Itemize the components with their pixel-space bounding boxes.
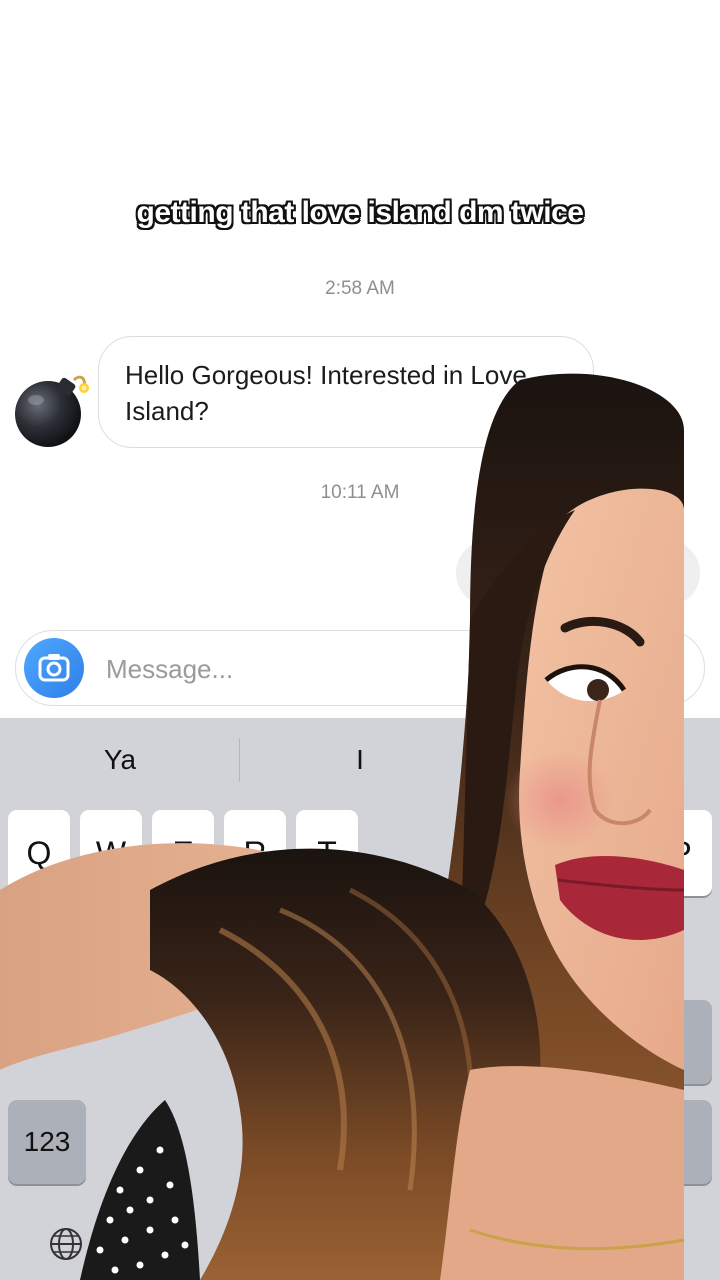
video-caption: getting that love island dm twice bbox=[136, 196, 584, 229]
person-photo-overlay bbox=[0, 370, 684, 1280]
message-timestamp: 2:58 AM bbox=[325, 278, 395, 299]
